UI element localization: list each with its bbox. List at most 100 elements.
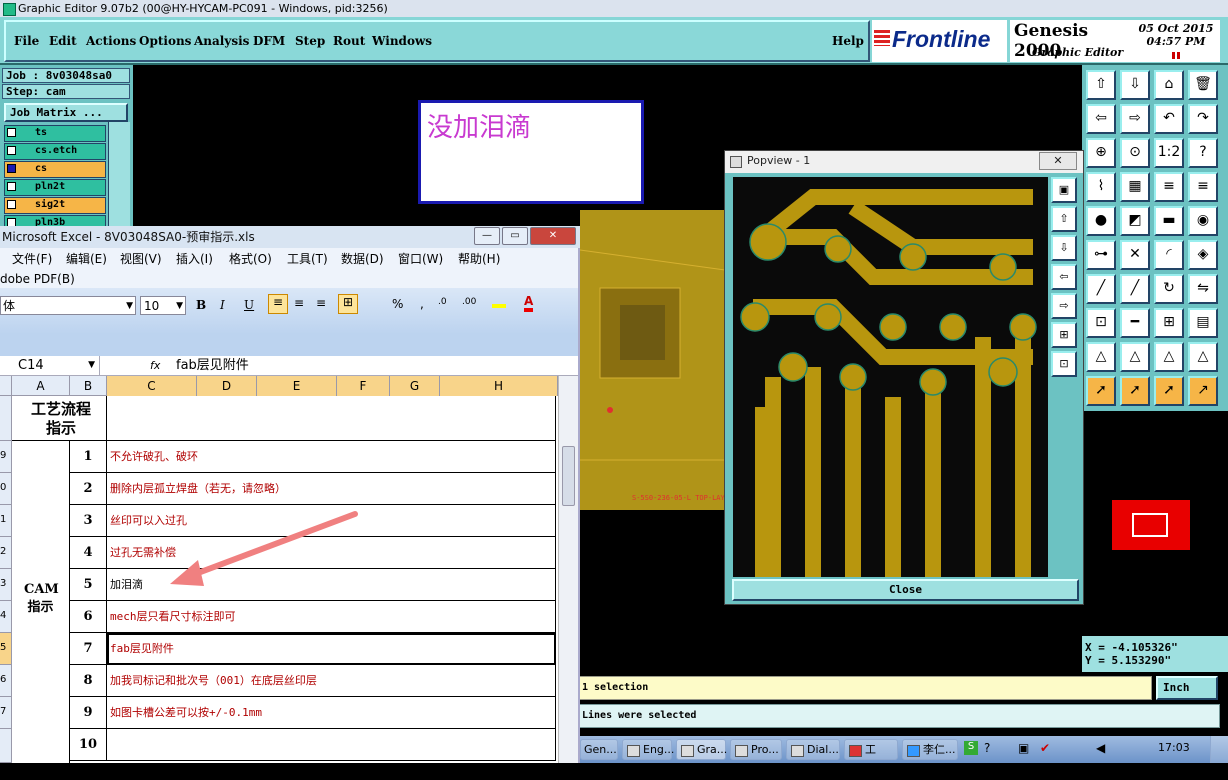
bar-icon[interactable]: ━ — [1120, 308, 1150, 338]
underline-icon[interactable]: U — [244, 298, 254, 312]
scale-icon[interactable]: 1:2 — [1154, 138, 1184, 168]
font-color-icon[interactable]: A — [524, 294, 534, 312]
taskbar-item[interactable]: Gen... — [580, 739, 618, 760]
menu-dfm[interactable]: DFM — [253, 34, 285, 48]
layer-checkbox[interactable] — [7, 128, 16, 137]
triangle-alt-icon[interactable]: △ — [1120, 342, 1150, 372]
decrease-decimal-icon[interactable]: .00 — [462, 297, 476, 307]
snap-icon[interactable]: ⌇ — [1086, 172, 1116, 202]
network-icon[interactable]: ▣ — [1018, 741, 1029, 755]
move-up-icon[interactable]: ⇧ — [1086, 70, 1116, 100]
menu-insert[interactable]: 插入(I) — [176, 248, 213, 270]
font-size-select[interactable]: 10 ▼ — [140, 296, 186, 315]
zoom-out-icon[interactable]: ⇧ — [1051, 206, 1077, 232]
percent-icon[interactable]: % — [392, 297, 403, 311]
select-all-corner[interactable] — [0, 376, 12, 396]
pan-up-icon[interactable]: ⇩ — [1051, 235, 1077, 261]
fill-color-icon[interactable] — [492, 294, 506, 308]
menu-edit[interactable]: 编辑(E) — [66, 248, 107, 270]
function-icon[interactable]: fx — [150, 356, 160, 376]
show-desktop-button[interactable] — [1210, 736, 1228, 763]
menu-window[interactable]: 窗口(W) — [398, 248, 443, 270]
cross-icon[interactable]: ✕ — [1120, 240, 1150, 270]
column-header[interactable]: H — [440, 376, 558, 396]
increase-decimal-icon[interactable]: .0 — [438, 297, 447, 307]
font-name-select[interactable]: 体 ▼ — [0, 296, 136, 315]
zoom-in-icon[interactable]: ⊙ — [1120, 138, 1150, 168]
close-icon[interactable]: ✕ — [530, 227, 576, 245]
column-header[interactable]: B — [70, 376, 107, 396]
align-right-icon[interactable]: ≡ — [316, 296, 326, 310]
taskbar-item[interactable]: Eng... — [622, 739, 674, 760]
clock[interactable]: 17:03 — [1158, 741, 1190, 754]
slant-alt-icon[interactable]: ╱ — [1120, 274, 1150, 304]
instruction-cell[interactable]: 不允许破孔、破环 — [107, 441, 556, 473]
scrollbar-thumb[interactable] — [562, 446, 575, 506]
move-down-icon[interactable]: ⇩ — [1120, 70, 1150, 100]
row-number-cell[interactable]: 6 — [70, 601, 107, 633]
menu-help[interactable]: Help — [832, 34, 864, 48]
path-icon[interactable]: ↗ — [1188, 376, 1218, 406]
layer-checkbox[interactable] — [7, 200, 16, 209]
triangle-wide-icon[interactable]: △ — [1188, 342, 1218, 372]
instruction-cell[interactable]: mech层只看尺寸标注即可 — [107, 601, 556, 633]
layer-checkbox[interactable] — [7, 146, 16, 155]
instruction-cell[interactable]: 加我司标记和批次号（001）在底层丝印层 — [107, 665, 556, 697]
row-number-cell[interactable]: 5 — [70, 569, 107, 601]
header-empty-cell[interactable] — [107, 396, 556, 441]
row-header[interactable] — [0, 729, 12, 763]
instruction-cell-selected[interactable]: fab层见附件 — [107, 633, 556, 665]
column-header[interactable]: A — [12, 376, 70, 396]
italic-icon[interactable]: I — [220, 298, 225, 312]
tools-icon[interactable]: ⊞ — [1154, 308, 1184, 338]
align-center-icon[interactable]: ≡ — [294, 296, 304, 310]
taskbar-item[interactable]: 李仁... — [902, 739, 958, 760]
spreadsheet-grid[interactable]: 9 0 1 2 3 4 5 6 7 工艺流程指示 CAM 指示 1 不允许破孔、… — [0, 396, 558, 763]
row-number-cell[interactable]: 9 — [70, 697, 107, 729]
vertical-scrollbar[interactable] — [558, 376, 578, 763]
grid-icon[interactable]: ▦ — [1120, 172, 1150, 202]
menu-view[interactable]: 视图(V) — [120, 248, 162, 270]
row-number-cell[interactable]: 2 — [70, 473, 107, 505]
help-icon[interactable]: ? — [984, 741, 990, 755]
pointer-sel-icon[interactable]: ➚ — [1154, 376, 1184, 406]
pointer-icon[interactable]: ➚ — [1086, 376, 1116, 406]
layer-item[interactable]: ts — [4, 125, 106, 142]
layer-checkbox[interactable] — [7, 164, 16, 173]
menu-tools[interactable]: 工具(T) — [287, 248, 328, 270]
connect-icon[interactable]: ⊶ — [1086, 240, 1116, 270]
row-header[interactable]: 6 — [0, 665, 12, 697]
row-header[interactable]: 2 — [0, 537, 12, 569]
menu-analysis[interactable]: Analysis — [194, 34, 249, 48]
triangle-red-icon[interactable]: △ — [1154, 342, 1184, 372]
row-number-cell[interactable]: 7 — [70, 633, 107, 665]
pcb-board-view[interactable] — [579, 210, 726, 510]
pan-down-icon[interactable]: ⇦ — [1051, 264, 1077, 290]
taskbar-item[interactable]: 工程... — [844, 739, 898, 776]
measure-icon[interactable]: ⊡ — [1086, 308, 1116, 338]
maximize-icon[interactable]: ▭ — [502, 227, 528, 245]
row-header[interactable]: 9 — [0, 441, 12, 473]
arc-icon[interactable]: ◜ — [1154, 240, 1184, 270]
popview-close-button[interactable]: Close — [732, 579, 1079, 601]
menu-step[interactable]: Step — [295, 34, 325, 48]
menu-help[interactable]: 帮助(H) — [458, 248, 500, 270]
taskbar-item[interactable]: Gra... — [676, 739, 727, 760]
rotate-icon[interactable]: ↻ — [1154, 274, 1184, 304]
menu-options[interactable]: Options — [139, 34, 191, 48]
column-header[interactable]: C — [107, 376, 197, 396]
popview-canvas[interactable] — [733, 177, 1048, 577]
row-header[interactable]: 4 — [0, 601, 12, 633]
pan-right-icon[interactable]: ⊞ — [1051, 322, 1077, 348]
row-header[interactable] — [0, 396, 12, 441]
bold-icon[interactable]: B — [196, 298, 206, 312]
redo-icon[interactable]: ↷ — [1188, 104, 1218, 134]
zoom-fit-icon[interactable]: ⊕ — [1086, 138, 1116, 168]
menu-actions[interactable]: Actions — [86, 34, 136, 48]
tray-icon[interactable]: S — [964, 741, 978, 755]
excel-title-bar[interactable]: Microsoft Excel - 8V03048SA0-预审指示.xls — … — [0, 226, 580, 248]
layer-checkbox[interactable] — [7, 182, 16, 191]
comma-icon[interactable]: , — [420, 297, 424, 311]
merge-cells-icon[interactable]: ⊞ — [338, 294, 358, 314]
column-header[interactable]: D — [197, 376, 257, 396]
